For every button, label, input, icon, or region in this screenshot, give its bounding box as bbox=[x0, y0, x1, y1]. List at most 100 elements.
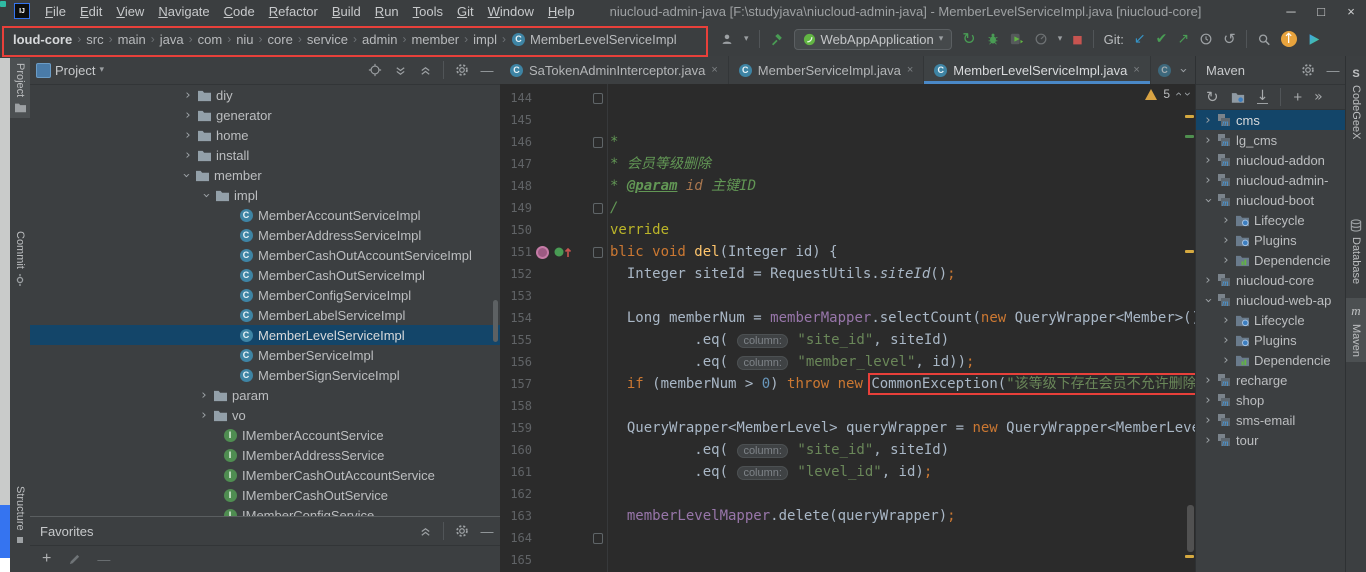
tree-item-imembercashoutservice[interactable]: IIMemberCashOutService bbox=[30, 485, 500, 505]
tree-item-niucloud-core[interactable]: ›mniucloud-core bbox=[1196, 270, 1346, 290]
reimport-icon[interactable]: ↻ bbox=[1206, 90, 1219, 105]
chevron-right-icon[interactable]: › bbox=[1220, 213, 1232, 228]
fold-marker-icon[interactable] bbox=[593, 533, 603, 544]
chevron-right-icon[interactable]: › bbox=[1220, 253, 1232, 268]
tool-button-commit[interactable]: Commit bbox=[10, 226, 30, 291]
tree-item-niucloud-web-ap[interactable]: ›mniucloud-web-ap bbox=[1196, 290, 1346, 310]
tree-item-memberserviceimpl[interactable]: CMemberServiceImpl bbox=[30, 345, 500, 365]
hide-panel-icon[interactable]: — bbox=[1326, 63, 1340, 77]
codegeex-run-icon[interactable] bbox=[1307, 32, 1321, 46]
tree-item-imemberaddressservice[interactable]: IIMemberAddressService bbox=[30, 445, 500, 465]
menu-refactor[interactable]: Refactor bbox=[262, 2, 325, 21]
breadcrumb-item-member[interactable]: member bbox=[410, 32, 460, 47]
breadcrumb-item-service[interactable]: service bbox=[306, 32, 349, 47]
profiler-dropdown-icon[interactable]: ▾ bbox=[1058, 35, 1063, 44]
tree-item-imemberaccountservice[interactable]: IIMemberAccountService bbox=[30, 425, 500, 445]
tree-item-memberaddressserviceimpl[interactable]: CMemberAddressServiceImpl bbox=[30, 225, 500, 245]
breadcrumb-item-java[interactable]: java bbox=[159, 32, 185, 47]
tree-item-sms-email[interactable]: ›msms-email bbox=[1196, 410, 1346, 430]
overrides-method-icon[interactable] bbox=[554, 245, 574, 259]
tree-item-lifecycle[interactable]: ›Lifecycle bbox=[1196, 310, 1346, 330]
more-icon[interactable]: » bbox=[1314, 90, 1323, 104]
chevron-right-icon[interactable]: › bbox=[198, 388, 210, 403]
tree-item-plugins[interactable]: ›Plugins bbox=[1196, 230, 1346, 250]
tree-item-member[interactable]: ›member bbox=[30, 165, 500, 185]
tree-item-lifecycle[interactable]: ›Lifecycle bbox=[1196, 210, 1346, 230]
chevron-right-icon[interactable]: › bbox=[1202, 113, 1214, 128]
menu-run[interactable]: Run bbox=[368, 2, 406, 21]
chevron-right-icon[interactable]: › bbox=[182, 148, 194, 163]
stop-icon[interactable]: ■ bbox=[1072, 34, 1082, 45]
chevron-down-icon[interactable]: › bbox=[1201, 294, 1216, 306]
build-hammer-icon[interactable] bbox=[770, 32, 784, 46]
chevron-right-icon[interactable]: › bbox=[198, 408, 210, 423]
chevron-down-icon[interactable]: › bbox=[1201, 194, 1216, 206]
close-icon[interactable]: × bbox=[1133, 64, 1139, 76]
hide-panel-icon[interactable]: — bbox=[480, 524, 494, 538]
tree-item-imemberconfigservice[interactable]: IIMemberConfigService bbox=[30, 505, 500, 516]
tree-item-tour[interactable]: ›mtour bbox=[1196, 430, 1346, 450]
update-available-icon[interactable]: ↑ bbox=[1281, 31, 1297, 47]
menu-navigate[interactable]: Navigate bbox=[151, 2, 216, 21]
fold-marker-icon[interactable] bbox=[593, 137, 603, 148]
breadcrumb-item-src[interactable]: src bbox=[85, 32, 104, 47]
tree-item-membersignserviceimpl[interactable]: CMemberSignServiceImpl bbox=[30, 365, 500, 385]
menu-view[interactable]: View bbox=[109, 2, 151, 21]
tree-item-diy[interactable]: ›diy bbox=[30, 85, 500, 105]
tool-button-codegeex[interactable]: SCodeGeeX bbox=[1346, 60, 1366, 144]
locate-file-icon[interactable] bbox=[368, 63, 382, 77]
tree-item-cms[interactable]: ›mcms bbox=[1196, 110, 1346, 130]
breadcrumb-item-com[interactable]: com bbox=[197, 32, 224, 47]
tree-item-plugins[interactable]: ›Plugins bbox=[1196, 330, 1346, 350]
gear-icon[interactable] bbox=[455, 524, 469, 538]
chevron-right-icon[interactable]: › bbox=[1220, 333, 1232, 348]
menu-window[interactable]: Window bbox=[481, 2, 541, 21]
edit-pencil-icon[interactable] bbox=[67, 552, 81, 566]
history-clock-icon[interactable] bbox=[1199, 32, 1213, 46]
chevron-right-icon[interactable]: › bbox=[1220, 353, 1232, 368]
profiler-icon[interactable] bbox=[1034, 32, 1048, 46]
collapse-all-icon[interactable] bbox=[418, 63, 432, 77]
gear-icon[interactable] bbox=[455, 63, 469, 77]
collapse-all-icon[interactable] bbox=[418, 524, 432, 538]
tree-item-memberlabelserviceimpl[interactable]: CMemberLabelServiceImpl bbox=[30, 305, 500, 325]
tool-button-structure[interactable]: Structure bbox=[10, 481, 30, 549]
fold-marker-icon[interactable] bbox=[593, 247, 603, 258]
menu-edit[interactable]: Edit bbox=[73, 2, 109, 21]
hidden-tabs[interactable]: C› bbox=[1158, 56, 1195, 84]
chevron-right-icon[interactable]: › bbox=[1202, 133, 1214, 148]
add-maven-project-icon[interactable]: + bbox=[1293, 89, 1302, 106]
tab-satokenadmininterceptor-java[interactable]: CSaTokenAdminInterceptor.java× bbox=[500, 56, 729, 84]
breadcrumb-item-loud-core[interactable]: loud-core bbox=[12, 32, 73, 47]
tool-button-database[interactable]: Database bbox=[1346, 214, 1366, 289]
close-icon[interactable]: × bbox=[907, 64, 913, 76]
chevron-down-icon[interactable]: › bbox=[199, 189, 214, 201]
tree-item-memberlevelserviceimpl[interactable]: CMemberLevelServiceImpl bbox=[30, 325, 500, 345]
breadcrumb-item-main[interactable]: main bbox=[117, 32, 147, 47]
chevron-right-icon[interactable]: › bbox=[1202, 173, 1214, 188]
fold-marker-icon[interactable] bbox=[593, 93, 603, 104]
menu-tools[interactable]: Tools bbox=[406, 2, 450, 21]
breadcrumb-item-memberlevelserviceimpl[interactable]: MemberLevelServiceImpl bbox=[529, 32, 678, 47]
tree-item-niucloud-boot[interactable]: ›mniucloud-boot bbox=[1196, 190, 1346, 210]
tree-item-membercashoutaccountserviceimpl[interactable]: CMemberCashOutAccountServiceImpl bbox=[30, 245, 500, 265]
gear-icon[interactable] bbox=[1301, 63, 1315, 77]
tree-item-dependencie[interactable]: ›Dependencie bbox=[1196, 250, 1346, 270]
tab-memberserviceimpl-java[interactable]: CMemberServiceImpl.java× bbox=[729, 56, 924, 84]
chevron-right-icon[interactable]: › bbox=[182, 128, 194, 143]
close-button[interactable]: × bbox=[1336, 4, 1366, 19]
chevron-right-icon[interactable]: › bbox=[1202, 413, 1214, 428]
menu-file[interactable]: File bbox=[38, 2, 73, 21]
tool-button-maven[interactable]: mMaven bbox=[1346, 298, 1366, 362]
tree-item-niucloud-admin-[interactable]: ›mniucloud-admin- bbox=[1196, 170, 1346, 190]
hide-panel-icon[interactable]: — bbox=[480, 63, 494, 77]
chevron-down-icon[interactable]: › bbox=[1176, 64, 1191, 76]
bean-marker-icon[interactable] bbox=[536, 246, 549, 259]
rerun-icon[interactable]: ↻ bbox=[962, 31, 975, 47]
generate-sources-icon[interactable] bbox=[1231, 90, 1245, 104]
tree-item-recharge[interactable]: ›mrecharge bbox=[1196, 370, 1346, 390]
project-tree-scrollbar[interactable] bbox=[493, 300, 498, 342]
chevron-right-icon[interactable]: › bbox=[182, 88, 194, 103]
chevron-down-icon[interactable]: ▾ bbox=[99, 66, 104, 75]
add-favorite-icon[interactable]: + bbox=[42, 550, 51, 568]
